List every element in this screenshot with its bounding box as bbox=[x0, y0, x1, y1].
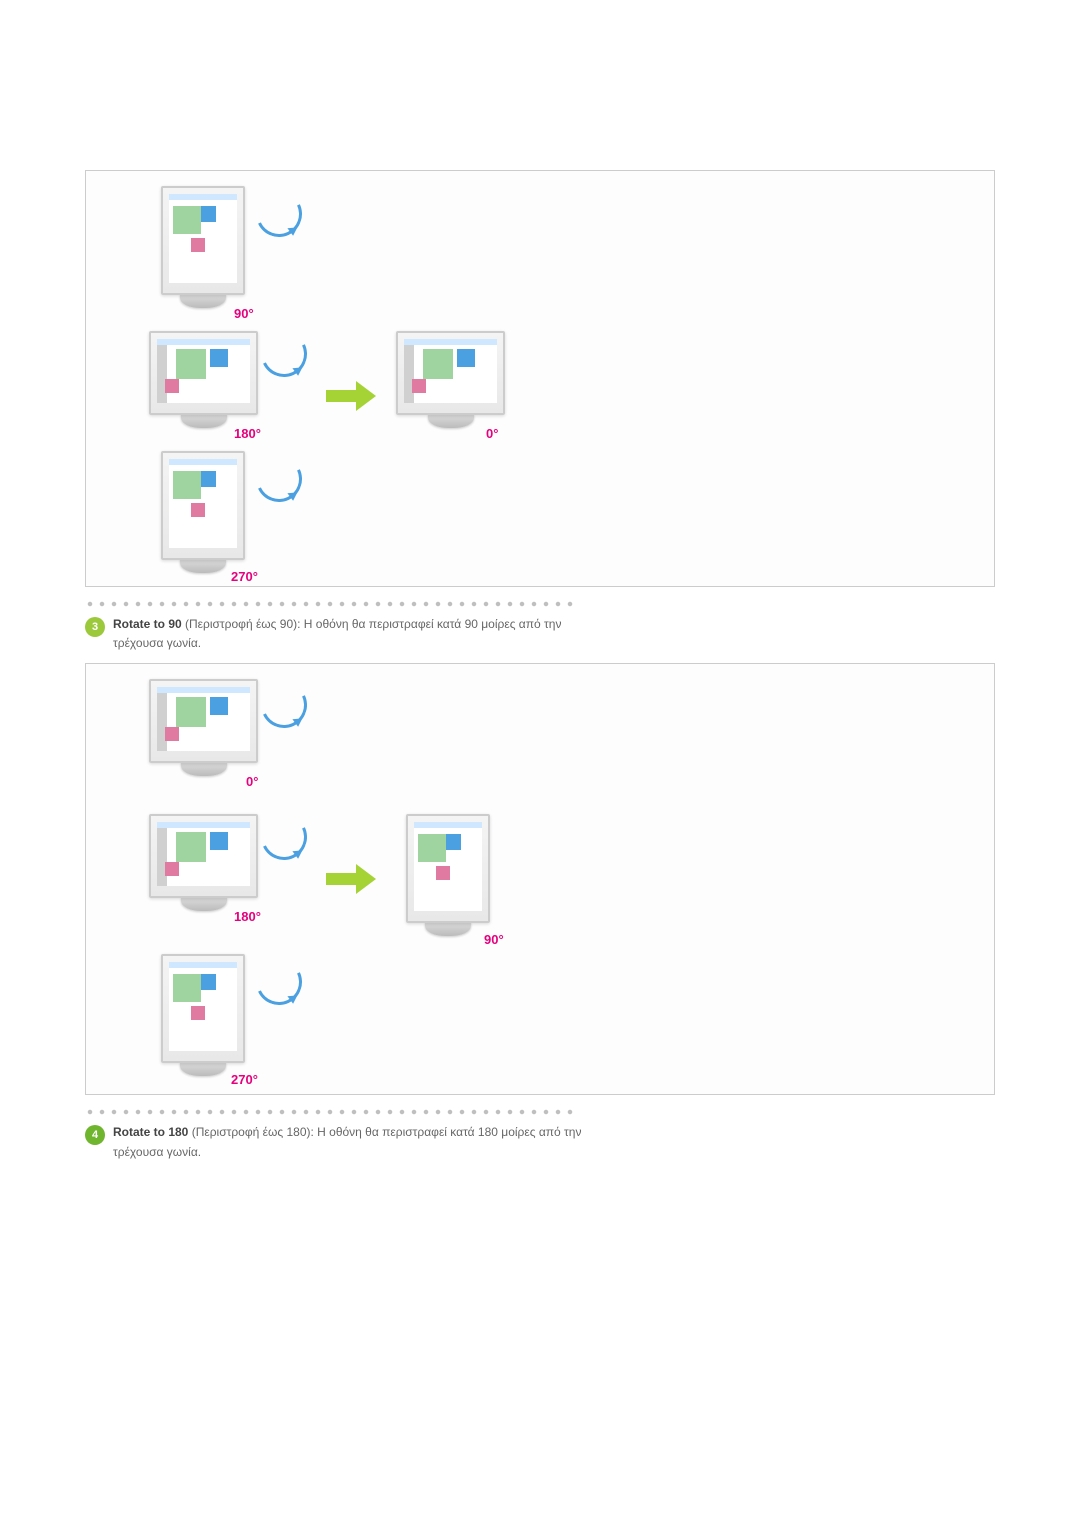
angle-0: 0° bbox=[486, 426, 498, 441]
angle-90: 90° bbox=[234, 306, 254, 321]
item-4-text: Rotate to 180 (Περιστροφή έως 180): Η οθ… bbox=[113, 1123, 593, 1161]
angle-180b: 180° bbox=[234, 909, 261, 924]
document-page: 90° 180° 0° 270° 3 Rotate to 90 (Περιστρ… bbox=[0, 0, 1080, 1527]
monitor-270 bbox=[161, 451, 245, 573]
monitor-90b bbox=[406, 814, 490, 936]
result-arrow bbox=[326, 381, 376, 411]
divider-dots bbox=[85, 599, 575, 609]
bullet-3-icon: 3 bbox=[85, 617, 105, 637]
result-arrow-b bbox=[326, 864, 376, 894]
rotate-figure-bottom: 0° 180° 90° 270° bbox=[85, 663, 995, 1095]
item-3-bold: Rotate to 90 bbox=[113, 617, 182, 631]
angle-90b: 90° bbox=[484, 932, 504, 947]
monitor-0b bbox=[149, 679, 258, 776]
bullet-4-number: 4 bbox=[92, 1129, 98, 1141]
monitor-90 bbox=[161, 186, 245, 308]
divider-dots-2 bbox=[85, 1107, 575, 1117]
angle-270: 270° bbox=[231, 569, 258, 584]
item-3: 3 Rotate to 90 (Περιστροφή έως 90): Η οθ… bbox=[85, 615, 995, 653]
item-4: 4 Rotate to 180 (Περιστροφή έως 180): Η … bbox=[85, 1123, 995, 1161]
bullet-3-number: 3 bbox=[92, 621, 98, 633]
monitor-270b bbox=[161, 954, 245, 1076]
monitor-0 bbox=[396, 331, 505, 428]
angle-180: 180° bbox=[234, 426, 261, 441]
monitor-180 bbox=[149, 331, 258, 428]
item-4-bold: Rotate to 180 bbox=[113, 1125, 188, 1139]
bullet-4-icon: 4 bbox=[85, 1125, 105, 1145]
item-3-text: Rotate to 90 (Περιστροφή έως 90): Η οθόν… bbox=[113, 615, 593, 653]
angle-0b: 0° bbox=[246, 774, 258, 789]
monitor-180b bbox=[149, 814, 258, 911]
angle-270b: 270° bbox=[231, 1072, 258, 1087]
rotate-figure-top: 90° 180° 0° 270° bbox=[85, 170, 995, 587]
